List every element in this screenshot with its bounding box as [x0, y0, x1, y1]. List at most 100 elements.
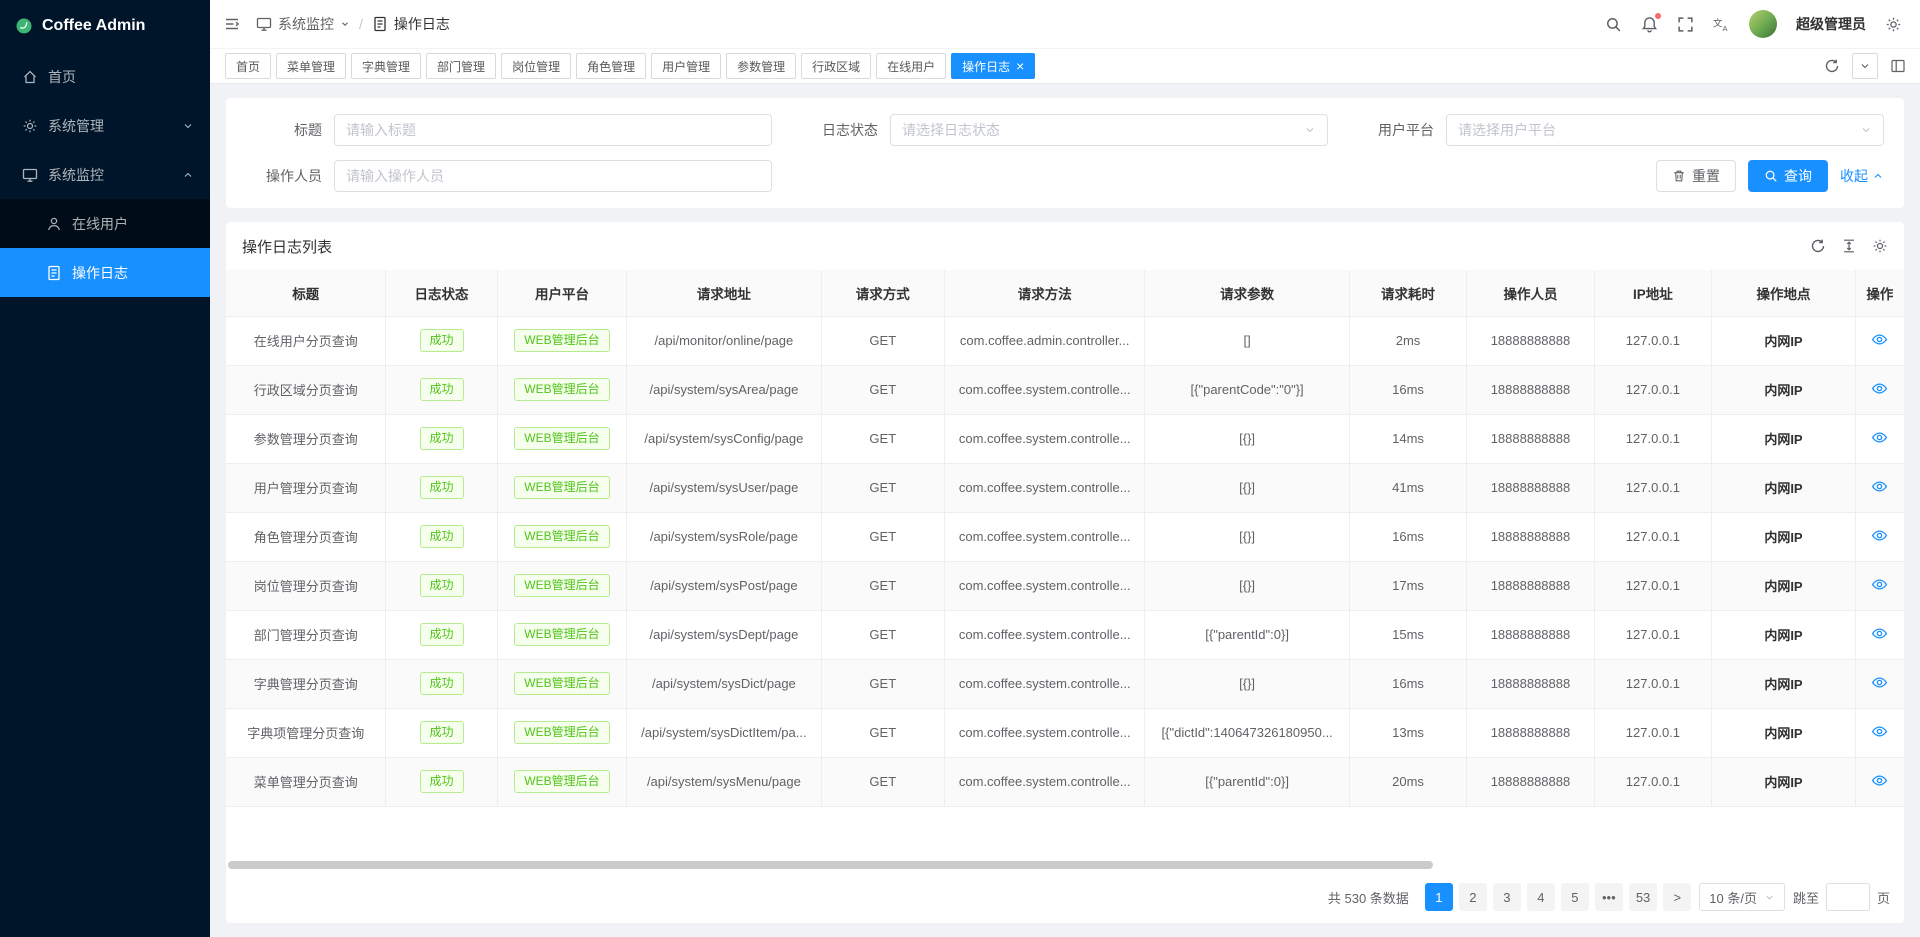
- tab-行政区域[interactable]: 行政区域: [801, 53, 871, 79]
- settings-gear-icon[interactable]: [1885, 16, 1902, 33]
- translate-icon[interactable]: 文A: [1713, 16, 1730, 33]
- cell-action: [1855, 659, 1904, 708]
- column-header-操作地点: 操作地点: [1712, 270, 1856, 316]
- refresh-icon[interactable]: [1824, 58, 1840, 74]
- collapse-filter-button[interactable]: 收起: [1840, 166, 1884, 186]
- page-jump: 跳至 页: [1793, 883, 1890, 911]
- tab-在线用户[interactable]: 在线用户: [876, 53, 946, 79]
- view-detail-eye-icon[interactable]: [1871, 625, 1888, 642]
- monitor-icon: [22, 167, 38, 183]
- breadcrumb: 系统监控 / 操作日志: [256, 14, 450, 34]
- notification-bell-icon[interactable]: [1641, 16, 1658, 33]
- column-settings-gear-icon[interactable]: [1872, 238, 1888, 254]
- page-button-4[interactable]: 4: [1527, 883, 1555, 911]
- view-detail-eye-icon[interactable]: [1871, 380, 1888, 397]
- tab-首页[interactable]: 首页: [225, 53, 271, 79]
- menu-fold-icon[interactable]: [224, 16, 240, 32]
- view-detail-eye-icon[interactable]: [1871, 576, 1888, 593]
- jump-page-input[interactable]: [1826, 883, 1870, 911]
- cell-duration: 16ms: [1349, 365, 1466, 414]
- tab-actions-dropdown[interactable]: [1852, 53, 1878, 79]
- table-row: 部门管理分页查询成功WEB管理后台/api/system/sysDept/pag…: [226, 610, 1904, 659]
- page-button-53[interactable]: 53: [1629, 883, 1657, 911]
- row-height-icon[interactable]: [1841, 238, 1857, 254]
- cell-method: GET: [821, 414, 944, 463]
- cell-method: GET: [821, 610, 944, 659]
- cell-duration: 41ms: [1349, 463, 1466, 512]
- table-row: 在线用户分页查询成功WEB管理后台/api/monitor/online/pag…: [226, 316, 1904, 365]
- horizontal-scrollbar-thumb[interactable]: [228, 861, 1433, 869]
- view-detail-eye-icon[interactable]: [1871, 478, 1888, 495]
- cell-location: 内网IP: [1712, 659, 1856, 708]
- refresh-icon[interactable]: [1810, 238, 1826, 254]
- search-icon[interactable]: [1605, 16, 1622, 33]
- cell-params: []: [1145, 316, 1349, 365]
- tab-菜单管理[interactable]: 菜单管理: [276, 53, 346, 79]
- tab-用户管理[interactable]: 用户管理: [651, 53, 721, 79]
- status-badge: 成功: [420, 378, 464, 401]
- tab-参数管理[interactable]: 参数管理: [726, 53, 796, 79]
- fullscreen-icon[interactable]: [1677, 16, 1694, 33]
- table-row: 字典项管理分页查询成功WEB管理后台/api/system/sysDictIte…: [226, 708, 1904, 757]
- column-header-请求地址: 请求地址: [627, 270, 821, 316]
- cell-method: GET: [821, 561, 944, 610]
- log-status-select[interactable]: 请选择日志状态: [890, 114, 1328, 146]
- cell-platform: WEB管理后台: [497, 561, 627, 610]
- cell-method: GET: [821, 659, 944, 708]
- sidebar-item-home[interactable]: 首页: [0, 52, 210, 101]
- search-button[interactable]: 查询: [1748, 160, 1828, 192]
- cell-params: [{}]: [1145, 561, 1349, 610]
- page-button-2[interactable]: 2: [1459, 883, 1487, 911]
- page-ellipsis[interactable]: •••: [1595, 883, 1623, 911]
- breadcrumb-section[interactable]: 系统监控: [256, 14, 350, 34]
- cell-func: com.coffee.system.controlle...: [945, 561, 1145, 610]
- page-button-3[interactable]: 3: [1493, 883, 1521, 911]
- sidebar-item-system-monitor[interactable]: 系统监控: [0, 150, 210, 199]
- reset-button[interactable]: 重置: [1656, 160, 1736, 192]
- column-header-请求耗时: 请求耗时: [1349, 270, 1466, 316]
- cell-location: 内网IP: [1712, 610, 1856, 659]
- tab-字典管理[interactable]: 字典管理: [351, 53, 421, 79]
- cell-url: /api/system/sysConfig/page: [627, 414, 821, 463]
- sidebar-menu: 首页 系统管理 系统监控 在线用户 操作日志: [0, 52, 210, 937]
- view-detail-eye-icon[interactable]: [1871, 772, 1888, 789]
- chevron-down-icon: [182, 120, 194, 132]
- page-size-select[interactable]: 10 条/页: [1699, 883, 1785, 911]
- tab-label: 部门管理: [437, 58, 485, 75]
- user-platform-label: 用户平台: [1358, 120, 1446, 140]
- sidebar-item-operation-log[interactable]: 操作日志: [0, 248, 210, 297]
- tab-list: 首页菜单管理字典管理 部门管理岗位管理角色管理用户管理参数管理行政区域在线用户操作…: [225, 53, 1035, 79]
- sidebar-item-online-users[interactable]: 在线用户: [0, 199, 210, 248]
- next-page-button[interactable]: >: [1663, 883, 1691, 911]
- tab-岗位管理[interactable]: 岗位管理: [501, 53, 571, 79]
- tab-部门管理[interactable]: 部门管理: [426, 53, 496, 79]
- cell-location: 内网IP: [1712, 512, 1856, 561]
- tab-操作日志[interactable]: 操作日志×: [951, 53, 1035, 79]
- cell-ip: 127.0.0.1: [1594, 365, 1711, 414]
- breadcrumb-current-label: 操作日志: [394, 14, 450, 34]
- cell-platform: WEB管理后台: [497, 512, 627, 561]
- view-detail-eye-icon[interactable]: [1871, 429, 1888, 446]
- cell-url: /api/system/sysUser/page: [627, 463, 821, 512]
- avatar[interactable]: [1749, 10, 1777, 38]
- view-detail-eye-icon[interactable]: [1871, 527, 1888, 544]
- tab-角色管理[interactable]: 角色管理: [576, 53, 646, 79]
- operator-input[interactable]: [334, 160, 772, 192]
- view-detail-eye-icon[interactable]: [1871, 331, 1888, 348]
- cell-status: 成功: [386, 414, 497, 463]
- status-badge: 成功: [420, 525, 464, 548]
- view-detail-eye-icon[interactable]: [1871, 723, 1888, 740]
- tab-close-icon[interactable]: ×: [1016, 59, 1024, 73]
- title-input[interactable]: [334, 114, 772, 146]
- user-platform-select[interactable]: 请选择用户平台: [1446, 114, 1884, 146]
- page-button-5[interactable]: 5: [1561, 883, 1589, 911]
- layout-settings-icon[interactable]: [1890, 58, 1906, 74]
- cell-func: com.coffee.system.controlle...: [945, 757, 1145, 806]
- user-name[interactable]: 超级管理员: [1796, 14, 1866, 34]
- view-detail-eye-icon[interactable]: [1871, 674, 1888, 691]
- sidebar-item-system-management[interactable]: 系统管理: [0, 101, 210, 150]
- page-button-1[interactable]: 1: [1425, 883, 1453, 911]
- tab-label: 字典管理: [362, 58, 410, 75]
- cell-platform: WEB管理后台: [497, 708, 627, 757]
- cell-duration: 13ms: [1349, 708, 1466, 757]
